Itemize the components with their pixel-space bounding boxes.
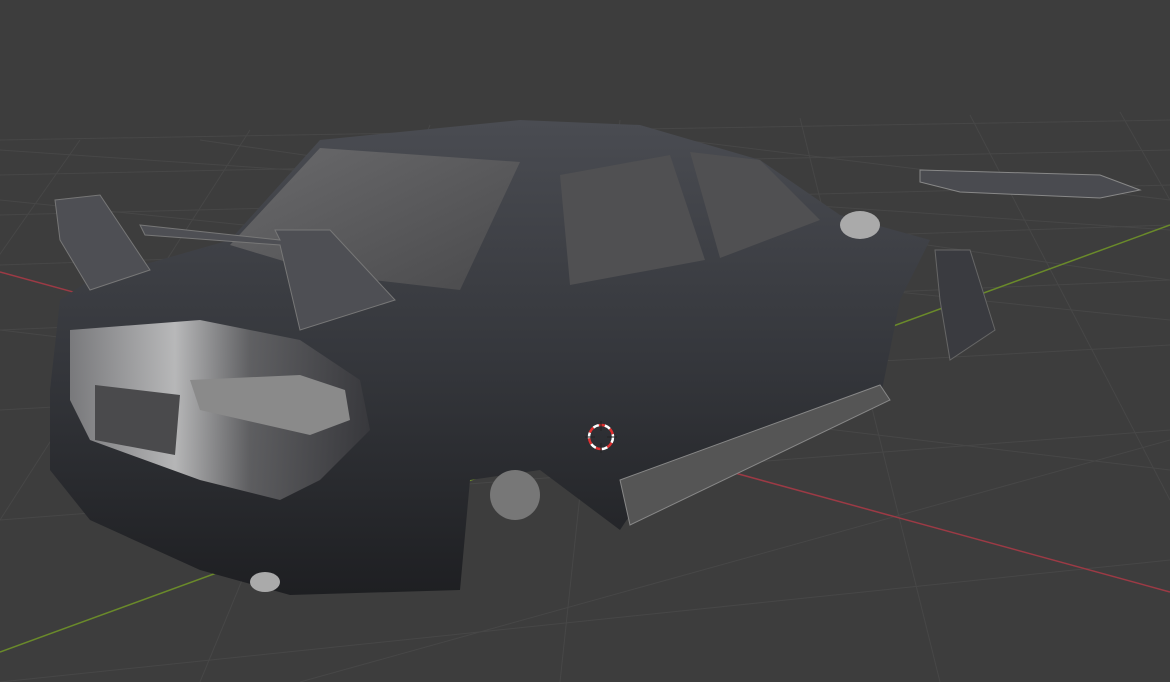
exhaust [250,572,280,592]
3d-viewport[interactable] [0,0,1170,682]
front-fender [934,249,996,361]
detached-hood-part[interactable] [919,169,1142,199]
viewport-canvas[interactable] [0,0,1170,682]
car-model[interactable] [50,120,1142,595]
side-mirror [840,211,880,239]
suspension [490,470,540,520]
